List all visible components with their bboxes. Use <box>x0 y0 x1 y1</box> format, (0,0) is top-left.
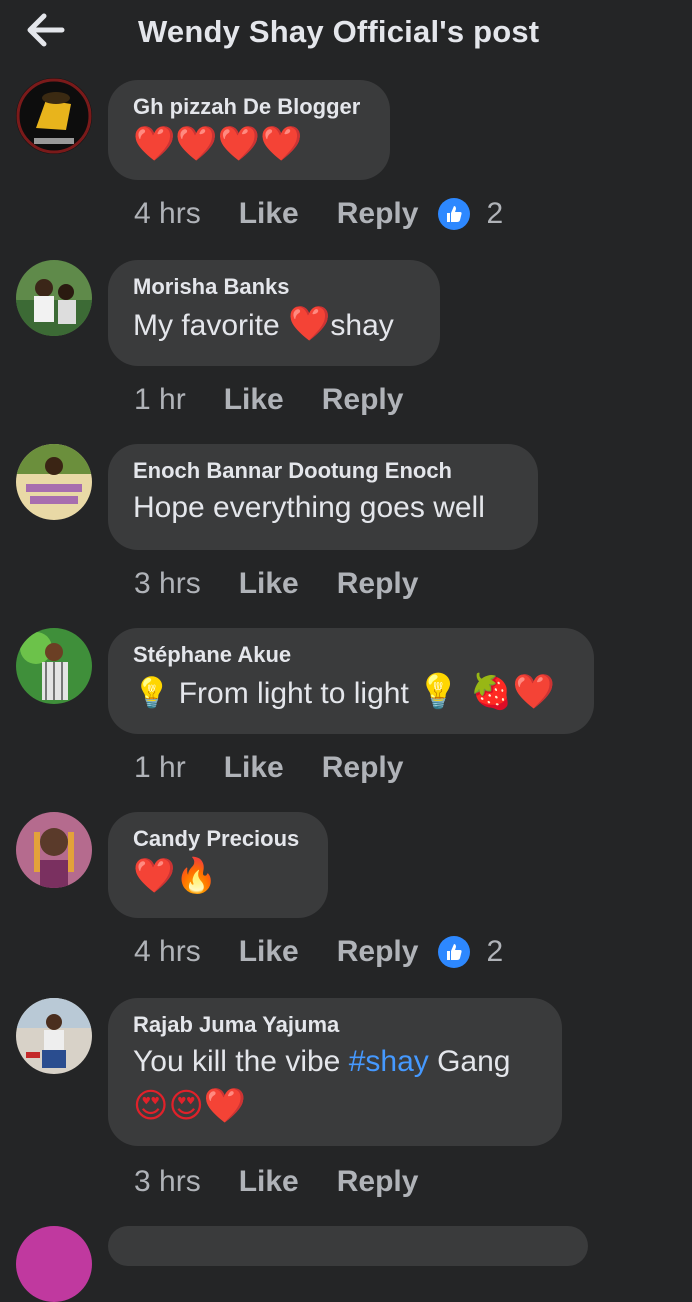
comment-bubble <box>108 1226 588 1266</box>
comment-actions: 4 hrs Like Reply 2 <box>134 194 503 234</box>
avatar[interactable] <box>16 260 92 336</box>
avatar[interactable] <box>16 444 92 520</box>
comment-bubble: Candy Precious ❤️🔥 <box>108 812 328 918</box>
comment-actions: 3 hrs Like Reply <box>134 1162 456 1202</box>
comment-emoji-line: 😍😍❤️ <box>133 1086 247 1126</box>
comment-text: Hope everything goes well <box>133 491 485 524</box>
comment-text: 💡 From light to light 💡 🍓❤️ <box>133 672 569 714</box>
comment-timestamp[interactable]: 3 hrs <box>134 1165 201 1199</box>
reply-button[interactable]: Reply <box>337 197 419 231</box>
top-bar: Wendy Shay Official's post <box>0 0 692 70</box>
like-button[interactable]: Like <box>239 935 299 969</box>
comment-actions: 4 hrs Like Reply 2 <box>134 932 503 972</box>
page-title: Wendy Shay Official's post <box>138 14 540 49</box>
comment-actions: 3 hrs Like Reply <box>134 564 456 604</box>
heart-emoji: ❤️ <box>288 304 331 344</box>
reply-button[interactable]: Reply <box>337 1165 419 1199</box>
comment-author[interactable]: Gh pizzah De Blogger <box>133 94 365 120</box>
comment-timestamp[interactable]: 3 hrs <box>134 567 201 601</box>
comment-bubble: Rajab Juma Yajuma You kill the vibe #sha… <box>108 998 562 1146</box>
comment-text-part: From light to light <box>178 677 409 710</box>
comment-author[interactable]: Stéphane Akue <box>133 642 569 668</box>
reply-button[interactable]: Reply <box>337 935 419 969</box>
reply-button[interactable]: Reply <box>322 751 404 785</box>
comment-author[interactable]: Enoch Bannar Dootung Enoch <box>133 458 513 484</box>
comment-text: You kill the vibe #shay Gang <box>133 1042 537 1082</box>
comment-text-part: shay <box>330 309 394 342</box>
like-button[interactable]: Like <box>239 1165 299 1199</box>
avatar[interactable] <box>16 812 92 888</box>
comment-actions: 1 hr Like Reply <box>134 748 441 788</box>
avatar[interactable] <box>16 78 92 154</box>
reaction-count: 2 <box>486 197 504 230</box>
reply-button[interactable]: Reply <box>337 567 419 601</box>
comment-author[interactable]: Morisha Banks <box>133 274 415 300</box>
comment-text: ❤️🔥 <box>133 856 218 896</box>
comment-text-part: You kill the vibe <box>133 1045 349 1078</box>
hashtag-link[interactable]: #shay <box>349 1045 429 1078</box>
like-button[interactable]: Like <box>224 751 284 785</box>
avatar[interactable] <box>16 628 92 704</box>
avatar[interactable] <box>16 998 92 1074</box>
comment-timestamp[interactable]: 1 hr <box>134 383 186 417</box>
comment-author[interactable]: Candy Precious <box>133 826 303 852</box>
comment-bubble: Enoch Bannar Dootung Enoch Hope everythi… <box>108 444 538 550</box>
comment-timestamp[interactable]: 1 hr <box>134 751 186 785</box>
comment-bubble: Stéphane Akue 💡 From light to light 💡 🍓❤… <box>108 628 594 734</box>
emoji-group: 💡 🍓❤️ <box>417 672 555 712</box>
comment-bubble: Gh pizzah De Blogger ❤️❤️❤️❤️ <box>108 80 390 180</box>
lightbulb-emoji: 💡 <box>133 676 171 711</box>
comment-author[interactable]: Rajab Juma Yajuma <box>133 1012 537 1038</box>
comment-text-part: My favorite <box>133 309 289 342</box>
like-button[interactable]: Like <box>239 197 299 231</box>
like-reaction-icon[interactable] <box>438 198 471 230</box>
reaction-count: 2 <box>486 935 504 968</box>
comment-bubble: Morisha Banks My favorite ❤️shay <box>108 260 440 366</box>
like-reaction-icon[interactable] <box>438 936 471 968</box>
like-button[interactable]: Like <box>224 383 284 417</box>
like-button[interactable]: Like <box>239 567 299 601</box>
reply-button[interactable]: Reply <box>322 383 404 417</box>
comment-text-part: Gang <box>428 1045 511 1078</box>
comment-text: My favorite ❤️shay <box>133 304 415 346</box>
avatar[interactable] <box>16 1226 92 1302</box>
comment-text: ❤️❤️❤️❤️ <box>133 124 303 164</box>
back-arrow-icon[interactable] <box>26 12 66 48</box>
comment-timestamp[interactable]: 4 hrs <box>134 197 201 231</box>
comment-actions: 1 hr Like Reply <box>134 380 441 420</box>
comment-timestamp[interactable]: 4 hrs <box>134 935 201 969</box>
